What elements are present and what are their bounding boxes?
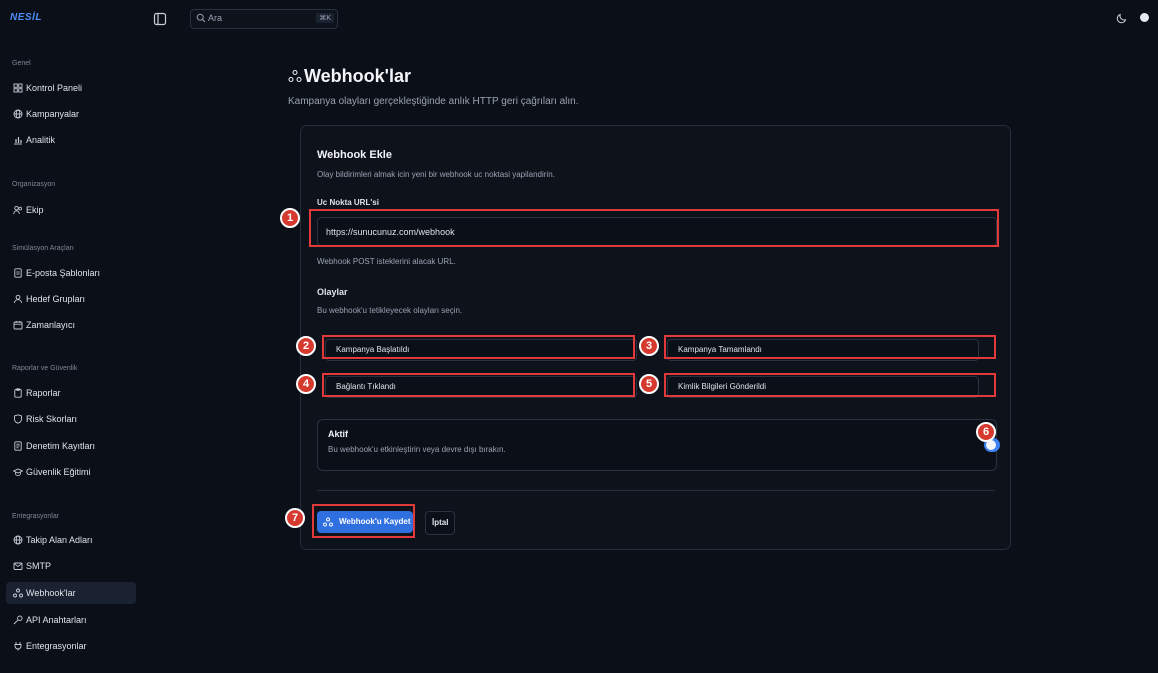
mail-icon bbox=[13, 561, 23, 571]
sidebar-item-label: Takip Alan Adları bbox=[26, 535, 93, 545]
annotation-box-7 bbox=[312, 504, 415, 538]
globe-icon bbox=[13, 109, 23, 119]
sidebar-section-entegrasyonlar: Entegrasyonlar bbox=[12, 513, 60, 520]
calendar-icon bbox=[13, 320, 23, 330]
active-description: Bu webhook'u etkinleştirin veya devre dı… bbox=[328, 445, 506, 454]
sidebar-item-label: Risk Skorları bbox=[26, 414, 78, 424]
url-label: Uc Nokta URL'si bbox=[317, 198, 379, 207]
webhook-icon bbox=[288, 69, 302, 83]
sidebar-item-hedef-gruplari[interactable]: Hedef Grupları bbox=[6, 288, 136, 310]
sidebar-item-denetim-kayitlari[interactable]: Denetim Kayıtları bbox=[6, 435, 136, 457]
search-shortcut: ⌘K bbox=[316, 13, 334, 23]
webhook-icon bbox=[13, 588, 23, 598]
sidebar-toggle-icon[interactable] bbox=[153, 12, 167, 26]
search-input[interactable]: Ara ⌘K bbox=[190, 9, 338, 29]
sidebar-item-label: Analitik bbox=[26, 135, 56, 145]
divider bbox=[317, 490, 995, 491]
page-subtitle: Kampanya olayları gerçekleştiğinde anlık… bbox=[288, 96, 579, 107]
sidebar: Genel Kontrol Paneli Kampanyalar Analiti… bbox=[0, 40, 145, 673]
group-icon bbox=[13, 294, 23, 304]
search-placeholder: Ara bbox=[208, 13, 223, 23]
sidebar-item-label: Güvenlik Eğitimi bbox=[26, 467, 91, 477]
sidebar-item-label: Webhook'lar bbox=[26, 588, 76, 598]
key-icon bbox=[13, 615, 23, 625]
sidebar-item-label: E-posta Şablonları bbox=[26, 268, 101, 278]
file-icon bbox=[13, 268, 23, 278]
sidebar-section-genel: Genel bbox=[12, 60, 31, 67]
theme-toggle-icon[interactable] bbox=[1116, 12, 1128, 24]
plug-icon bbox=[13, 641, 23, 651]
sidebar-item-entegrasyonlar[interactable]: Entegrasyonlar bbox=[6, 635, 136, 657]
cancel-button-label: İptal bbox=[432, 518, 449, 527]
sidebar-section-simulasyon: Simülasyon Araçları bbox=[12, 245, 74, 252]
annotation-badge-1: 1 bbox=[280, 208, 300, 228]
sidebar-item-zamanlayici[interactable]: Zamanlayıcı bbox=[6, 314, 136, 336]
globe-icon bbox=[13, 535, 23, 545]
sidebar-item-smtp[interactable]: SMTP bbox=[6, 555, 136, 577]
sidebar-item-raporlar[interactable]: Raporlar bbox=[6, 382, 136, 404]
events-label: Olaylar bbox=[317, 287, 348, 297]
sidebar-item-label: Kampanyalar bbox=[26, 109, 80, 119]
report-icon bbox=[13, 388, 23, 398]
annotation-badge-5: 5 bbox=[639, 374, 659, 394]
annotation-box-5 bbox=[664, 373, 996, 397]
avatar[interactable] bbox=[1140, 13, 1149, 22]
annotation-badge-2: 2 bbox=[296, 336, 316, 356]
top-bar: NESİL Ara ⌘K bbox=[0, 0, 1158, 40]
sidebar-item-kampanyalar[interactable]: Kampanyalar bbox=[6, 103, 136, 125]
log-icon bbox=[13, 441, 23, 451]
form-description: Olay bildirimleri almak icin yeni bir we… bbox=[317, 170, 555, 179]
grid-icon bbox=[13, 83, 23, 93]
sidebar-item-label: Kontrol Paneli bbox=[26, 83, 83, 93]
sidebar-item-api-anahtarlari[interactable]: API Anahtarları bbox=[6, 609, 136, 631]
sidebar-item-label: API Anahtarları bbox=[26, 615, 87, 625]
annotation-badge-6: 6 bbox=[976, 422, 996, 442]
annotation-box-4 bbox=[322, 373, 635, 397]
sidebar-item-webhooklar[interactable]: Webhook'lar bbox=[6, 582, 136, 604]
shield-icon bbox=[13, 414, 23, 424]
annotation-badge-3: 3 bbox=[639, 336, 659, 356]
sidebar-item-analitik[interactable]: Analitik bbox=[6, 129, 136, 151]
sidebar-item-takip-alan-adlari[interactable]: Takip Alan Adları bbox=[6, 529, 136, 551]
sidebar-item-label: Hedef Grupları bbox=[26, 294, 86, 304]
sidebar-section-organizasyon: Organizasyon bbox=[12, 181, 56, 188]
sidebar-item-label: Denetim Kayıtları bbox=[26, 441, 96, 451]
sidebar-item-label: Raporlar bbox=[26, 388, 61, 398]
form-title: Webhook Ekle bbox=[317, 149, 392, 161]
sidebar-item-label: SMTP bbox=[26, 561, 52, 571]
annotation-badge-4: 4 bbox=[296, 374, 316, 394]
annotation-box-3 bbox=[664, 335, 996, 359]
chart-icon bbox=[13, 135, 23, 145]
sidebar-item-label: Entegrasyonlar bbox=[26, 641, 87, 651]
users-icon bbox=[13, 205, 23, 215]
url-hint: Webhook POST isteklerini alacak URL. bbox=[317, 257, 456, 266]
sidebar-item-label: Ekip bbox=[26, 205, 44, 215]
sidebar-section-raporlar: Raporlar ve Güvenlik bbox=[12, 365, 78, 372]
sidebar-item-guvenlik-egitimi[interactable]: Güvenlik Eğitimi bbox=[6, 461, 136, 483]
active-title: Aktif bbox=[328, 429, 348, 439]
search-icon bbox=[196, 13, 206, 23]
sidebar-item-e-posta-sablonlari[interactable]: E-posta Şablonları bbox=[6, 262, 136, 284]
annotation-box-1 bbox=[309, 209, 999, 247]
sidebar-item-risk-skorlari[interactable]: Risk Skorları bbox=[6, 408, 136, 430]
active-setting: Aktif Bu webhook'u etkinleştirin veya de… bbox=[317, 419, 1000, 471]
app-logo[interactable]: NESİL bbox=[10, 12, 42, 23]
sidebar-item-label: Zamanlayıcı bbox=[26, 320, 76, 330]
annotation-box-2 bbox=[322, 335, 635, 359]
cancel-button[interactable]: İptal bbox=[425, 511, 455, 535]
page-title: Webhook'lar bbox=[304, 66, 411, 86]
sidebar-item-ekip[interactable]: Ekip bbox=[6, 199, 136, 221]
graduation-icon bbox=[12, 467, 24, 477]
sidebar-item-kontrol-paneli[interactable]: Kontrol Paneli bbox=[6, 77, 136, 99]
events-description: Bu webhook'u tetikleyecek olayları seçin… bbox=[317, 306, 463, 315]
annotation-badge-7: 7 bbox=[285, 508, 305, 528]
